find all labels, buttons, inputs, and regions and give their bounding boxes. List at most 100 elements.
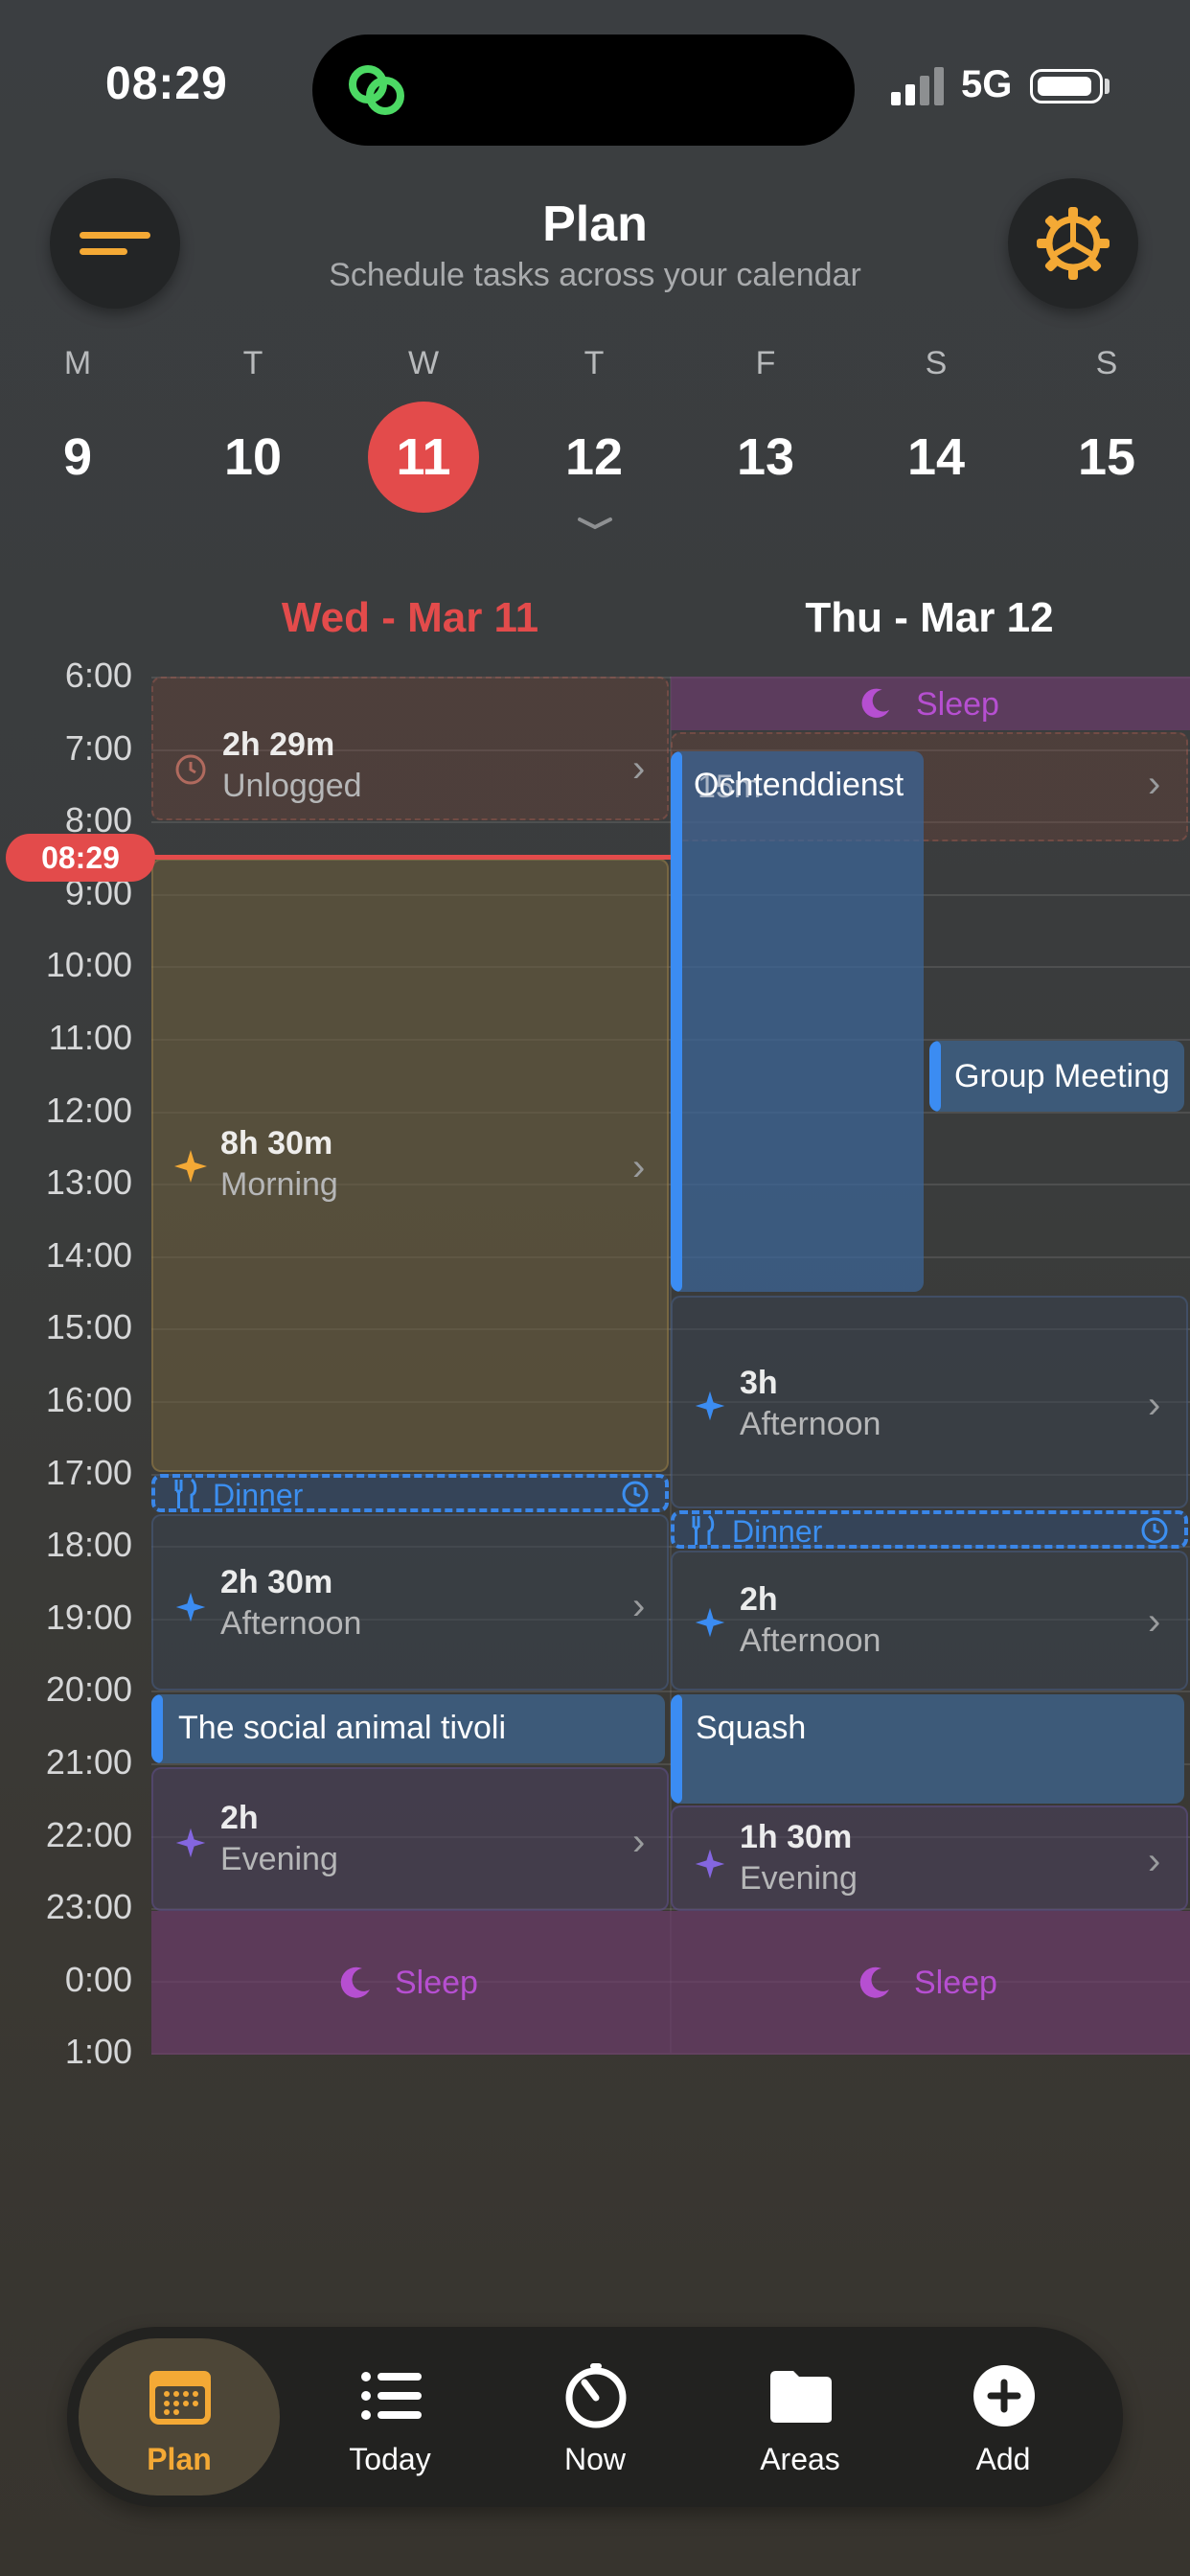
tab-label: Today <box>349 2442 431 2476</box>
hour-label: 11:00 <box>48 1018 132 1057</box>
settings-button[interactable] <box>1008 178 1138 309</box>
weekday-number: 10 <box>223 428 283 486</box>
unlogged-block[interactable]: 2h 29m Unlogged › <box>151 677 669 820</box>
sleep-block-thu[interactable]: Sleep <box>671 1911 1190 2055</box>
plus-circle-icon <box>973 2365 1035 2426</box>
afternoon-duration: 2h <box>740 1581 778 1618</box>
evening-block-wed[interactable]: 2h Evening › <box>151 1767 669 1911</box>
weekday-thu[interactable]: T 12 <box>537 345 652 513</box>
evening-label: 2h Evening <box>220 1800 338 1878</box>
dinner-label: Dinner <box>213 1478 304 1512</box>
event-color-bar <box>671 1694 682 1804</box>
status-time: 08:29 <box>105 58 228 109</box>
morning-block[interactable]: 8h 30m Morning › <box>151 859 669 1472</box>
sparkle-icon <box>695 1849 725 1879</box>
app-link-icon <box>349 65 404 115</box>
chevron-right-icon: › <box>1148 1600 1161 1643</box>
dinner-block-wed[interactable]: Dinner <box>151 1474 669 1512</box>
chevron-right-icon: › <box>632 1821 646 1863</box>
hour-label: 22:00 <box>45 1814 132 1854</box>
sleep-block-wed[interactable]: Sleep <box>151 1911 671 2055</box>
hour-label: 23:00 <box>45 1887 132 1927</box>
weekday-letter: M <box>63 345 92 381</box>
day-header-wed: Wed - Mar 11 <box>281 594 539 641</box>
afternoon-block-wed[interactable]: 2h 30m Afternoon › <box>151 1514 669 1690</box>
sparkle-icon <box>695 1607 725 1638</box>
evening-block-thu[interactable]: 1h 30m Evening › <box>671 1806 1188 1911</box>
event-color-bar <box>671 751 682 1292</box>
weekday-number: 13 <box>736 428 795 486</box>
dinner-block-thu[interactable]: Dinner <box>671 1510 1188 1549</box>
sparkle-icon <box>174 1150 207 1183</box>
tab-label: Add <box>975 2442 1031 2476</box>
weekday-letter: T <box>242 345 263 381</box>
weekday-number: 14 <box>906 428 966 486</box>
event-title: Ochtenddienst <box>694 767 904 803</box>
dinner-label: Dinner <box>732 1514 823 1549</box>
event-title: The social animal tivoli <box>178 1710 507 1746</box>
moon-icon <box>859 1966 889 1998</box>
battery-icon <box>1030 69 1103 104</box>
network-type: 5G <box>961 63 1013 105</box>
weekday-letter: W <box>407 345 440 381</box>
list-icon <box>361 2372 422 2420</box>
tab-today[interactable]: Today <box>289 2327 491 2507</box>
event-ochtenddienst[interactable]: 15m Ochtenddienst <box>671 751 924 1292</box>
event-squash[interactable]: Squash <box>671 1694 1184 1804</box>
sleep-block-thu-top[interactable]: Sleep <box>671 677 1190 730</box>
tab-label: Areas <box>760 2442 840 2476</box>
weekday-letter: T <box>584 345 605 381</box>
event-title: Squash <box>696 1710 807 1746</box>
afternoon-block-thu-2[interactable]: 2h Afternoon › <box>671 1551 1188 1690</box>
sparkle-icon <box>695 1391 725 1421</box>
evening-label: 1h 30m Evening <box>740 1819 858 1898</box>
hour-label: 1:00 <box>64 2032 132 2072</box>
hour-label: 13:00 <box>45 1162 132 1203</box>
evening-text: Evening <box>740 1860 858 1897</box>
evening-duration: 1h 30m <box>740 1819 853 1855</box>
hour-label: 20:00 <box>45 1669 132 1710</box>
current-time-line <box>144 855 671 860</box>
clock-icon <box>622 1481 649 1507</box>
tab-now[interactable]: Now <box>494 2327 696 2507</box>
tab-areas[interactable]: Areas <box>699 2327 901 2507</box>
clock-icon <box>175 754 206 785</box>
hour-label: 15:00 <box>45 1307 132 1347</box>
chevron-right-icon: › <box>1148 1840 1161 1882</box>
weekday-sat[interactable]: S 14 <box>879 345 994 513</box>
folder-icon <box>770 2371 832 2423</box>
chevron-right-icon: › <box>1148 763 1161 805</box>
fork-knife-icon <box>174 1478 197 1508</box>
morning-text: Morning <box>220 1166 338 1203</box>
hour-label: 21:00 <box>45 1742 132 1782</box>
tab-plan[interactable]: Plan <box>79 2338 280 2496</box>
tab-add[interactable]: Add <box>903 2327 1104 2507</box>
sparkle-icon <box>175 1592 206 1622</box>
afternoon-block-thu-1[interactable]: 3h Afternoon › <box>671 1296 1188 1508</box>
day-header-thu: Thu - Mar 12 <box>805 594 1054 641</box>
hour-label: 14:00 <box>45 1234 132 1275</box>
calendar-icon <box>149 2371 211 2425</box>
weekday-number: 9 <box>62 428 93 486</box>
weekday-letter: S <box>1095 345 1118 381</box>
weekday-wed[interactable]: W 11 <box>366 345 481 513</box>
tab-bar: Plan Today Now Areas Add <box>67 2327 1123 2507</box>
gear-icon <box>1037 207 1110 280</box>
chevron-right-icon: › <box>1148 1384 1161 1426</box>
event-color-bar <box>151 1694 163 1763</box>
afternoon-text: Afternoon <box>740 1406 881 1442</box>
hour-label: 6:00 <box>64 656 132 695</box>
weekday-mon[interactable]: M9 <box>20 345 135 513</box>
afternoon-text: Afternoon <box>740 1622 881 1659</box>
afternoon-duration: 2h 30m <box>220 1564 333 1600</box>
weekday-letter: F <box>755 345 776 381</box>
afternoon-text: Afternoon <box>220 1605 362 1642</box>
hour-label: 12:00 <box>45 1090 132 1130</box>
weekday-sun[interactable]: S 15 <box>1049 345 1164 513</box>
weekday-fri[interactable]: F 13 <box>708 345 823 513</box>
weekday-tue[interactable]: T 10 <box>195 345 310 513</box>
chevron-down-icon[interactable] <box>576 514 614 533</box>
event-social-animal[interactable]: The social animal tivoli <box>151 1694 665 1763</box>
hour-label: 18:00 <box>45 1525 132 1565</box>
event-group-meeting[interactable]: Group Meeting <box>929 1041 1184 1112</box>
